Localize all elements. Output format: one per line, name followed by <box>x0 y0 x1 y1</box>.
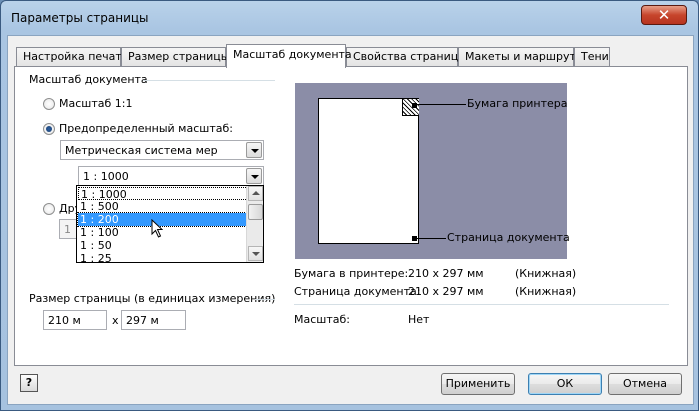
drawing-page-rect <box>318 98 419 244</box>
info-divider <box>294 304 669 305</box>
drawing-page-info-label: Страница документа: <box>294 285 421 298</box>
printer-paper-info-orientation: (Книжная) <box>515 267 577 280</box>
tab-print-setup[interactable]: Настройка печати <box>16 47 129 67</box>
size-separator: x <box>112 314 119 327</box>
radio-scale-1to1-label[interactable]: Масштаб 1:1 <box>59 97 132 110</box>
page-size-group-divider <box>255 299 275 300</box>
tab-layout-routing[interactable]: Макеты и маршруты <box>458 47 585 67</box>
page-setup-dialog: Параметры страницы ✕ Настройка печати Ра… <box>0 0 699 411</box>
tab-shadows[interactable]: Тени <box>574 47 610 67</box>
scale-group-divider <box>143 80 275 81</box>
cancel-button[interactable]: Отмена <box>608 373 682 395</box>
title-bar[interactable]: Параметры страницы ✕ <box>1 1 698 37</box>
scale-info-value: Нет <box>408 313 430 326</box>
measurement-system-select[interactable]: Метрическая система мер <box>60 140 264 160</box>
scale-select[interactable]: 1 : 1000 <box>78 166 264 186</box>
page-preview: Бумага принтера Страница документа <box>295 83 570 259</box>
mouse-cursor-icon <box>151 219 164 238</box>
scale-option[interactable]: 1 : 500 <box>78 200 252 213</box>
scroll-down-button[interactable] <box>248 246 263 261</box>
tab-drawing-scale[interactable]: Масштаб документа <box>226 44 352 68</box>
scale-info-label: Масштаб: <box>294 313 350 326</box>
measurement-system-value: Метрическая система мер <box>65 144 218 157</box>
help-icon[interactable]: ? <box>20 374 38 392</box>
scale-option[interactable]: 1 : 50 <box>78 239 252 252</box>
drawing-page-label: Страница документа <box>447 231 570 244</box>
printer-paper-info-label: Бумага в принтере: <box>294 267 409 280</box>
scroll-up-button[interactable] <box>248 186 263 201</box>
tab-page-properties[interactable]: Свойства страницы <box>346 47 467 67</box>
ok-button[interactable]: ОК <box>528 373 602 395</box>
chevron-down-icon <box>252 252 260 256</box>
drawing-page-info-size: 210 x 297 мм <box>408 285 484 298</box>
window-title: Параметры страницы <box>11 11 149 25</box>
radio-custom-scale[interactable] <box>43 203 55 215</box>
page-width-field[interactable]: 210 м <box>43 310 107 330</box>
apply-button[interactable]: Применить <box>441 373 515 395</box>
radio-predefined-scale-label[interactable]: Предопределенный масштаб: <box>59 122 233 135</box>
printer-paper-label: Бумага принтера <box>467 97 568 110</box>
page-size-group-title: Размер страницы (в единицах измерения) <box>29 292 276 305</box>
scale-select-value: 1 : 1000 <box>83 170 129 183</box>
printer-paper-leader <box>416 104 466 105</box>
drawing-page-leader <box>416 238 446 239</box>
dropdown-scrollbar[interactable] <box>246 186 263 262</box>
page-height-field[interactable]: 297 м <box>121 310 186 330</box>
scale-group-title: Масштаб документа <box>29 73 148 86</box>
chevron-up-icon <box>252 191 260 195</box>
radio-scale-1to1[interactable] <box>43 98 55 110</box>
tab-page-size[interactable]: Размер страницы <box>121 47 229 67</box>
scale-option[interactable]: 1 : 1000 <box>78 187 250 201</box>
scale-option[interactable]: 1 : 25 <box>78 252 252 262</box>
scale-option[interactable]: 1 : 100 <box>78 226 252 239</box>
close-button[interactable]: ✕ <box>641 5 687 25</box>
chevron-down-icon[interactable] <box>246 142 262 158</box>
scroll-thumb[interactable] <box>248 204 263 220</box>
printer-paper-info-size: 210 x 297 мм <box>408 267 484 280</box>
chevron-down-icon[interactable] <box>246 168 262 184</box>
drawing-page-info-orientation: (Книжная) <box>515 285 577 298</box>
scale-dropdown-list[interactable]: 1 : 1000 1 : 500 1 : 200 1 : 100 1 : 50 … <box>76 185 264 263</box>
scale-option-highlighted[interactable]: 1 : 200 <box>77 212 253 227</box>
radio-predefined-scale[interactable] <box>43 123 55 135</box>
